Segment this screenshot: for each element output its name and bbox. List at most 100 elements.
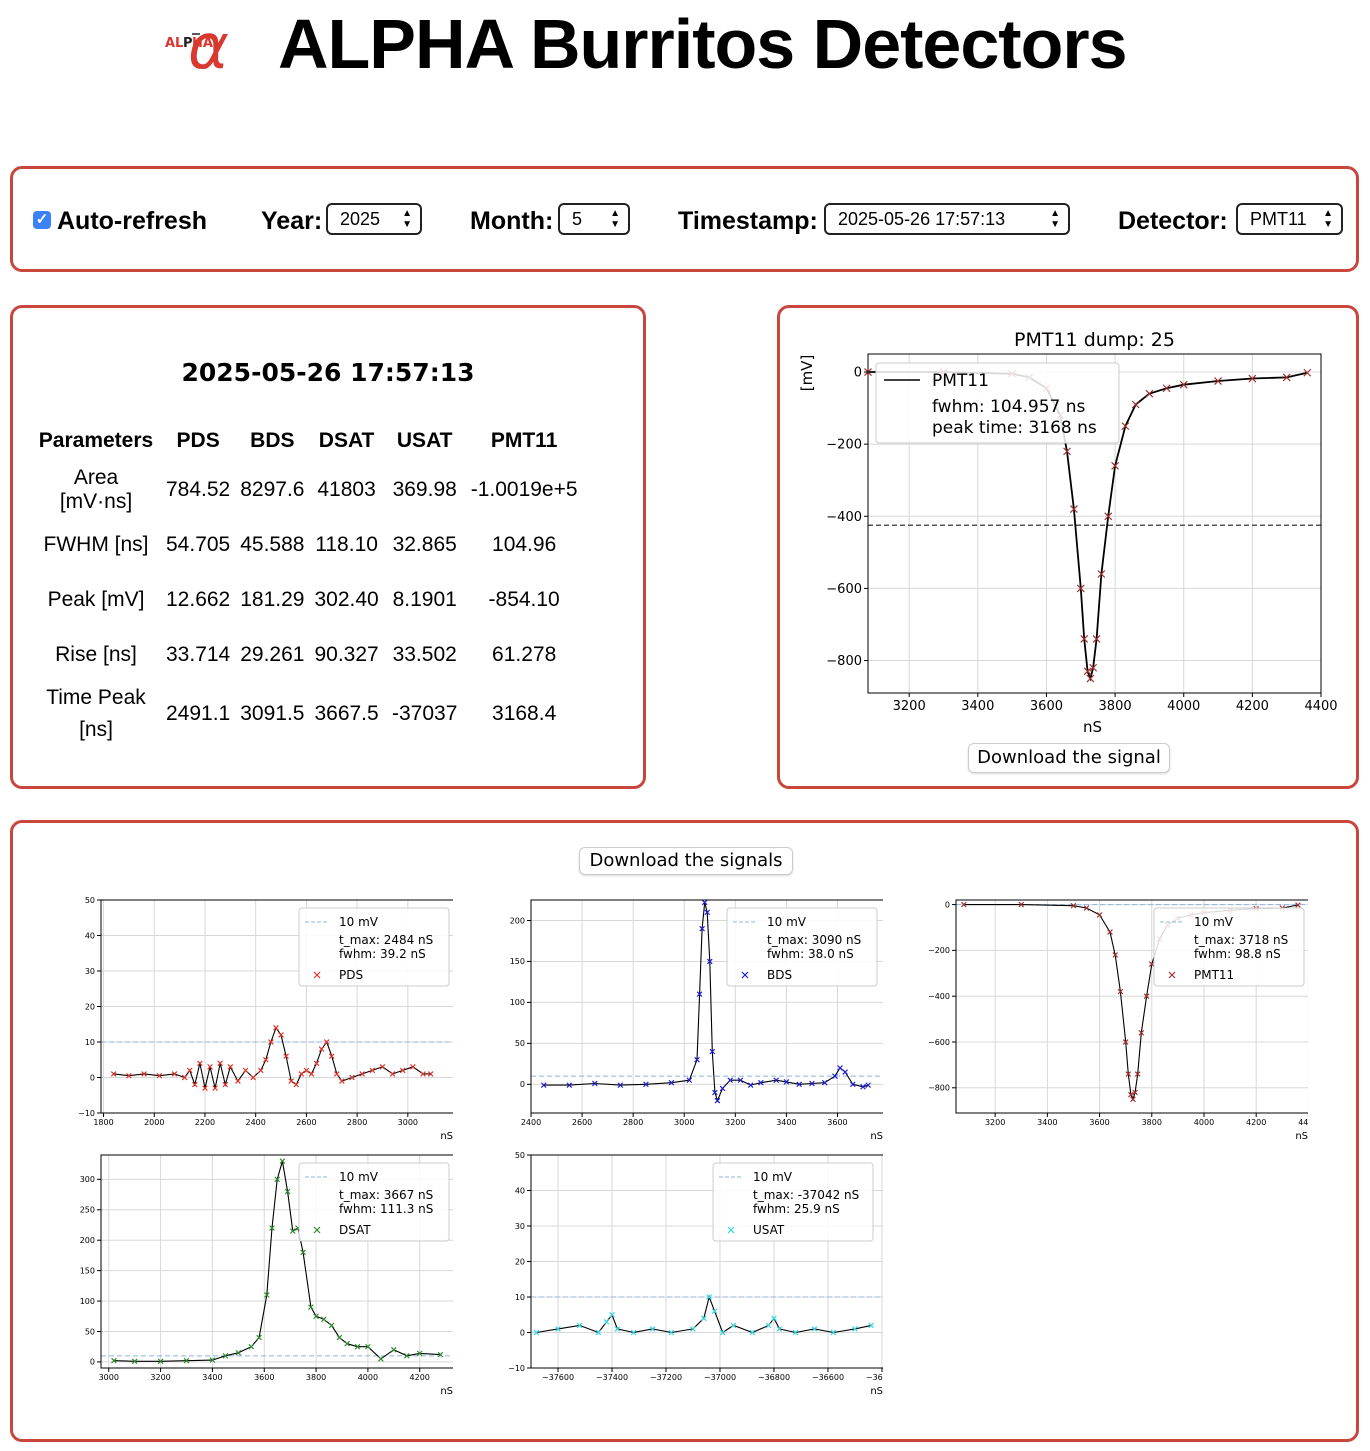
y-tick-label: 0: [945, 900, 950, 909]
table-header-cell: Parameters: [38, 429, 154, 452]
month-select[interactable]: 5 ▲ ▼: [558, 203, 630, 235]
table-cell: 41803: [317, 477, 376, 501]
select-arrows-icon: ▲ ▼: [1050, 208, 1060, 230]
signal-line: [536, 1295, 872, 1334]
y-tick-label: −10: [78, 1109, 95, 1118]
table-cell: 3168.4: [492, 702, 557, 725]
x-tick-label: 2600: [296, 1118, 316, 1127]
table-cell: 369.98: [392, 477, 457, 501]
legend-entry: fwhm: 104.957 ns: [932, 397, 1086, 417]
legend-entry: BDS: [767, 968, 792, 982]
timestamp-select[interactable]: 2025-05-26 17:57:13 ▲ ▼: [824, 203, 1070, 235]
table-cell: 3667.5: [314, 702, 379, 725]
data-point: [308, 1071, 315, 1077]
x-tick-label: −36600: [812, 1373, 844, 1382]
controls-panel: ✓ Auto-refresh Year: 2025 ▲ ▼ Month: 5 ▲ ▼…: [10, 166, 1359, 272]
table-header-row: Parameters PDS BDS DSAT USAT PMT11: [31, 420, 583, 462]
dsat-signal-chart: 3000 3200 3400 3600 3800 4000 4200 0 50 100 150 200…: [80, 1154, 453, 1397]
legend-entry: fwhm: 98.8 nS: [1194, 947, 1281, 961]
parameters-table: Parameters PDS BDS DSAT USAT PMT11 Area …: [31, 420, 583, 746]
x-tick-label: −37400: [596, 1373, 628, 1382]
x-tick-label: 3000: [398, 1118, 418, 1127]
data-point: [719, 1085, 726, 1092]
y-tick-label: 150: [510, 957, 525, 966]
table-row: Time Peak [ns] 2491.1 3091.5 3667.5 -370…: [31, 682, 583, 746]
y-tick-label: 20: [85, 1002, 95, 1011]
data-point: [328, 1322, 335, 1329]
table-row: Rise [ns] 33.714 29.261 90.327 33.502 61…: [31, 627, 583, 682]
data-point: [711, 1308, 718, 1315]
y-tick-label: −600: [928, 1038, 950, 1047]
y-tick-label: 50: [515, 1039, 525, 1048]
data-point: [842, 1069, 848, 1075]
x-tick-label: 3600: [1030, 699, 1063, 714]
data-point: [390, 1346, 397, 1353]
table-cell: 3091.5: [240, 702, 305, 725]
legend-entry: USAT: [753, 1223, 785, 1237]
year-select[interactable]: 2025 ▲ ▼: [326, 203, 422, 235]
x-tick-label: 3400: [202, 1373, 222, 1382]
detector-select[interactable]: PMT11 ▲ ▼: [1236, 203, 1343, 235]
table-header-cell: PDS: [176, 429, 220, 452]
x-tick-label: 3200: [725, 1118, 745, 1127]
legend-entry: PDS: [339, 968, 363, 982]
auto-refresh-checkbox[interactable]: ✓: [33, 211, 51, 229]
data-point: [1131, 400, 1140, 409]
table-cell: 33.714: [166, 642, 231, 666]
table-cell: 29.261: [240, 642, 305, 666]
y-tick-label: 30: [85, 967, 95, 976]
stats-timestamp-title: 2025-05-26 17:57:13: [181, 358, 475, 387]
select-arrows-icon: ▲ ▼: [610, 208, 620, 230]
x-axis-label: nS: [870, 1131, 883, 1142]
x-tick-label: 2000: [144, 1118, 164, 1127]
table-cell: -854.10: [488, 587, 560, 611]
table-cell: -1.0019e+5: [470, 477, 578, 501]
x-tick-label: 4200: [1236, 699, 1269, 714]
x-tick-label: 3000: [674, 1118, 694, 1127]
table-cell: Time Peak [ns]: [46, 686, 146, 741]
signal-line: [113, 1026, 431, 1089]
table-cell: 104.96: [492, 532, 557, 556]
y-tick-label: −400: [826, 510, 862, 525]
table-cell: 54.705: [166, 532, 231, 556]
timestamp-select-value: 2025-05-26 17:57:13: [838, 209, 1006, 229]
table-cell: 784.52: [166, 477, 231, 501]
legend-entry: 10 mV: [1194, 915, 1234, 929]
x-axis-label: nS: [440, 1131, 453, 1142]
x-tick-label: 3600: [1089, 1118, 1109, 1127]
x-tick-label: 3800: [1099, 699, 1132, 714]
legend-entry: t_max: 3090 nS: [767, 933, 861, 947]
legend-entry: 10 mV: [339, 1170, 379, 1184]
legend-entry: fwhm: 39.2 nS: [339, 947, 426, 961]
month-label: Month:: [470, 207, 554, 235]
svg-text:AL: AL: [165, 36, 183, 51]
x-tick-label: 4200: [1246, 1118, 1266, 1127]
y-tick-label: −10: [508, 1364, 525, 1373]
y-tick-label: 10: [515, 1293, 525, 1302]
x-tick-label: 4400: [1298, 1118, 1308, 1127]
main-plot-panel: 3200 3400 3600 3800 4000 4200 4400 0 −200 −400 −60…: [777, 305, 1359, 789]
usat-signal-chart: −37600 −37400 −37200 −37000 −36800 −36600 −364…: [508, 1151, 883, 1397]
data-point: [603, 1319, 610, 1325]
table-cell: FWHM [ns]: [43, 532, 149, 556]
data-point: [837, 1065, 843, 1071]
x-tick-label: 3000: [99, 1373, 119, 1382]
table-cell: -37037: [392, 702, 458, 725]
x-tick-label: 2600: [572, 1118, 592, 1127]
table-cell: 32.865: [392, 532, 457, 556]
y-tick-label: 30: [515, 1222, 525, 1231]
download-signal-button[interactable]: Download the signal: [968, 743, 1170, 773]
select-arrows-icon: ▲ ▼: [1323, 208, 1333, 230]
y-tick-label: −600: [826, 582, 862, 597]
table-header-cell: DSAT: [318, 429, 375, 452]
pmt11-signal-chart: 3200 3400 3600 3800 4000 4200 4400 0 −200 −400 −60…: [928, 899, 1308, 1142]
y-tick-label: 0: [520, 1328, 525, 1337]
page-title: ALPHA Burritos Detectors: [278, 5, 1128, 83]
table-header-cell: USAT: [396, 429, 453, 452]
auto-refresh-label: Auto-refresh: [57, 207, 208, 235]
download-signals-button[interactable]: Download the signals: [579, 847, 793, 875]
y-tick-label: 40: [515, 1186, 525, 1195]
x-axis-label: nS: [1295, 1131, 1308, 1142]
y-tick-label: 40: [85, 931, 95, 940]
y-tick-label: −800: [826, 654, 862, 669]
